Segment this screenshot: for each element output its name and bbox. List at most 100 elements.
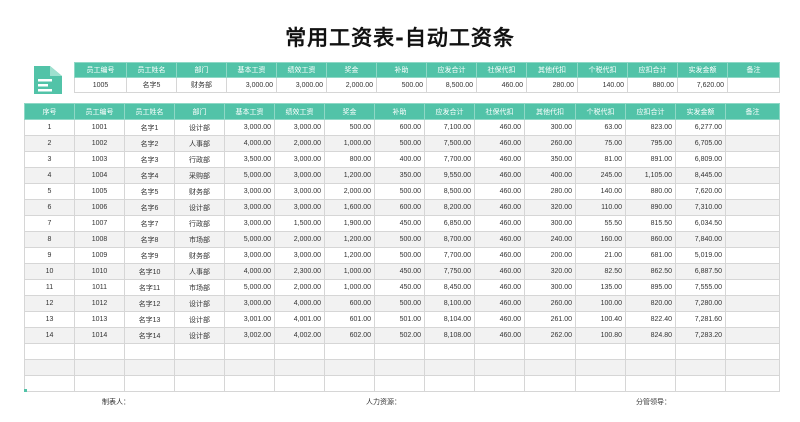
table-cell[interactable]: 6,277.00 [675, 119, 726, 136]
table-cell[interactable]: 602.00 [324, 327, 375, 344]
empty-cell[interactable] [424, 359, 475, 376]
table-cell[interactable]: 460.00 [474, 183, 525, 200]
table-cell[interactable]: 7,700.00 [424, 151, 475, 168]
table-cell[interactable]: 891.00 [625, 151, 676, 168]
table-cell[interactable]: 1,900.00 [324, 215, 375, 232]
table-cell[interactable]: 400.00 [374, 151, 425, 168]
table-cell[interactable]: 名字4 [124, 167, 175, 184]
table-cell[interactable]: 3,000.00 [274, 151, 325, 168]
table-cell[interactable]: 4,002.00 [274, 327, 325, 344]
table-cell[interactable]: 名字12 [124, 295, 175, 312]
table-cell[interactable]: 1014 [74, 327, 125, 344]
empty-cell[interactable] [625, 343, 676, 360]
table-cell[interactable]: 260.00 [524, 135, 576, 152]
table-cell[interactable] [725, 167, 780, 184]
table-cell[interactable]: 名字3 [124, 151, 175, 168]
slip-cell[interactable]: 名字5 [126, 77, 177, 93]
table-cell[interactable]: 75.00 [575, 135, 626, 152]
table-cell[interactable]: 862.50 [625, 263, 676, 280]
table-cell[interactable]: 7,281.60 [675, 311, 726, 328]
empty-cell[interactable] [174, 343, 225, 360]
slip-cell[interactable]: 140.00 [577, 77, 628, 93]
empty-cell[interactable] [474, 343, 525, 360]
empty-cell[interactable] [725, 375, 780, 392]
table-cell[interactable]: 8,445.00 [675, 167, 726, 184]
empty-cell[interactable] [374, 359, 425, 376]
table-cell[interactable]: 7,283.20 [675, 327, 726, 344]
table-cell[interactable]: 460.00 [474, 263, 525, 280]
table-cell[interactable]: 500.00 [374, 247, 425, 264]
table-cell[interactable]: 600.00 [374, 119, 425, 136]
empty-cell[interactable] [474, 359, 525, 376]
table-cell[interactable]: 财务部 [174, 247, 225, 264]
table-cell[interactable]: 1006 [74, 199, 125, 216]
table-cell[interactable] [725, 279, 780, 296]
table-cell[interactable]: 460.00 [474, 119, 525, 136]
table-cell[interactable]: 460.00 [474, 295, 525, 312]
table-cell[interactable]: 450.00 [374, 279, 425, 296]
table-cell[interactable]: 设计部 [174, 199, 225, 216]
table-cell[interactable]: 8,450.00 [424, 279, 475, 296]
table-cell[interactable]: 5,000.00 [224, 279, 275, 296]
table-cell[interactable]: 4,000.00 [224, 263, 275, 280]
table-cell[interactable]: 160.00 [575, 231, 626, 248]
table-cell[interactable]: 6,850.00 [424, 215, 475, 232]
table-cell[interactable]: 6,034.50 [675, 215, 726, 232]
table-cell[interactable]: 1,200.00 [324, 247, 375, 264]
slip-cell[interactable] [727, 77, 780, 93]
table-cell[interactable] [725, 247, 780, 264]
table-cell[interactable]: 6,809.00 [675, 151, 726, 168]
table-cell[interactable]: 1,105.00 [625, 167, 676, 184]
table-cell[interactable]: 7,280.00 [675, 295, 726, 312]
table-cell[interactable]: 21.00 [575, 247, 626, 264]
table-cell[interactable]: 460.00 [474, 199, 525, 216]
slip-cell[interactable]: 8,500.00 [426, 77, 477, 93]
table-cell[interactable]: 280.00 [524, 183, 576, 200]
table-cell[interactable]: 市场部 [174, 231, 225, 248]
empty-cell[interactable] [274, 343, 325, 360]
table-cell[interactable]: 815.50 [625, 215, 676, 232]
table-cell[interactable]: 8,108.00 [424, 327, 475, 344]
table-cell[interactable]: 82.50 [575, 263, 626, 280]
empty-cell[interactable] [274, 359, 325, 376]
table-cell[interactable]: 财务部 [174, 183, 225, 200]
table-cell[interactable]: 名字5 [124, 183, 175, 200]
table-cell[interactable]: 3,000.00 [224, 215, 275, 232]
table-cell[interactable]: 450.00 [374, 215, 425, 232]
table-cell[interactable]: 13 [24, 311, 75, 328]
table-cell[interactable]: 100.40 [575, 311, 626, 328]
table-cell[interactable] [725, 311, 780, 328]
table-cell[interactable]: 8 [24, 231, 75, 248]
table-cell[interactable]: 300.00 [524, 279, 576, 296]
slip-cell[interactable]: 500.00 [376, 77, 427, 93]
slip-cell[interactable]: 2,000.00 [326, 77, 377, 93]
empty-cell[interactable] [474, 375, 525, 392]
empty-cell[interactable] [374, 375, 425, 392]
table-cell[interactable]: 3,000.00 [274, 199, 325, 216]
table-cell[interactable]: 1008 [74, 231, 125, 248]
table-cell[interactable]: 3,000.00 [274, 119, 325, 136]
table-cell[interactable]: 1004 [74, 167, 125, 184]
table-cell[interactable]: 895.00 [625, 279, 676, 296]
slip-cell[interactable]: 3,000.00 [226, 77, 277, 93]
table-cell[interactable]: 1,200.00 [324, 231, 375, 248]
table-cell[interactable]: 3,000.00 [224, 119, 275, 136]
table-cell[interactable]: 890.00 [625, 199, 676, 216]
table-cell[interactable]: 1013 [74, 311, 125, 328]
table-cell[interactable]: 1012 [74, 295, 125, 312]
table-cell[interactable]: 1003 [74, 151, 125, 168]
table-cell[interactable]: 1 [24, 119, 75, 136]
table-cell[interactable]: 460.00 [474, 311, 525, 328]
table-cell[interactable]: 81.00 [575, 151, 626, 168]
table-cell[interactable]: 14 [24, 327, 75, 344]
slip-cell[interactable]: 880.00 [627, 77, 678, 93]
table-cell[interactable]: 500.00 [374, 183, 425, 200]
table-cell[interactable]: 7,310.00 [675, 199, 726, 216]
table-cell[interactable]: 63.00 [575, 119, 626, 136]
table-cell[interactable]: 7,700.00 [424, 247, 475, 264]
table-cell[interactable]: 261.00 [524, 311, 576, 328]
table-cell[interactable]: 3,500.00 [224, 151, 275, 168]
table-cell[interactable]: 8,700.00 [424, 231, 475, 248]
table-cell[interactable]: 320.00 [524, 263, 576, 280]
table-cell[interactable]: 600.00 [324, 295, 375, 312]
